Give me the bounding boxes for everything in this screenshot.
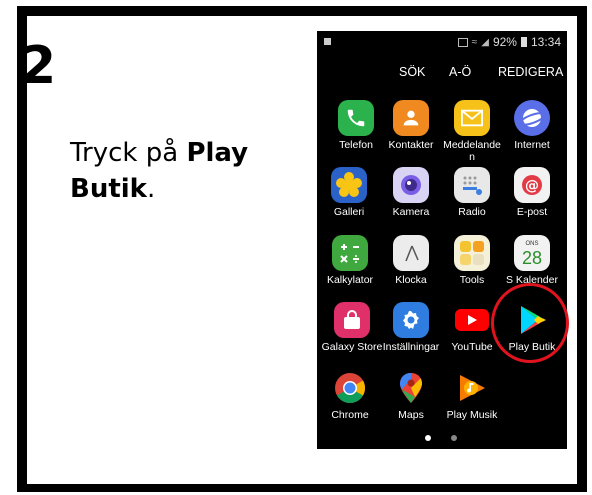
app-clock[interactable]: Klocka <box>376 235 446 286</box>
app-label: Chrome <box>331 409 369 421</box>
highlight-circle <box>491 283 569 363</box>
app-label: Kamera <box>392 206 430 218</box>
chrome-icon <box>332 370 368 406</box>
app-play-music[interactable]: Play Musik <box>437 370 507 421</box>
app-chrome[interactable]: Chrome <box>317 370 385 421</box>
app-contacts[interactable]: Kontakter <box>376 100 446 151</box>
instruction-prefix: Tryck på <box>70 138 187 168</box>
app-label: Galleri <box>333 206 365 218</box>
search-button[interactable]: SÖK <box>399 65 425 79</box>
settings-icon <box>393 302 429 338</box>
youtube-icon <box>454 302 490 338</box>
app-label: Meddelanden <box>443 139 501 163</box>
phone-icon <box>338 100 374 136</box>
signal-icon: ◢ <box>481 36 489 48</box>
gallery-icon <box>331 167 367 203</box>
calendar-date: 28 <box>521 247 543 268</box>
app-gallery[interactable]: Galleri <box>317 167 384 218</box>
app-label: Kalkylator <box>326 274 374 286</box>
instruction-suffix: . <box>146 174 156 204</box>
maps-icon <box>393 370 429 406</box>
phone-screenshot: ≈ ◢ 92% 13:34 SÖK A-Ö REDIGERA Telefon K… <box>317 31 567 449</box>
wifi-icon: ≈ <box>471 36 478 48</box>
instruction-text: Tryck på Play Butik. <box>70 135 280 207</box>
radio-icon <box>454 167 490 203</box>
calendar-icon: ONS 28 <box>514 235 550 271</box>
svg-text:@: @ <box>525 178 539 194</box>
app-label: Maps <box>398 409 424 421</box>
internet-icon <box>514 100 550 136</box>
camera-icon <box>393 167 429 203</box>
sort-az-button[interactable]: A-Ö <box>449 65 471 79</box>
calendar-day: ONS <box>525 240 539 247</box>
battery-level: 92% <box>492 35 517 49</box>
status-bar: ≈ ◢ 92% 13:34 <box>317 31 567 53</box>
app-calculator[interactable]: Kalkylator <box>317 235 385 286</box>
play-music-icon <box>454 370 490 406</box>
page-dot[interactable] <box>451 435 457 441</box>
clock-time: 13:34 <box>530 35 561 49</box>
clock-icon <box>393 235 429 271</box>
battery-icon <box>520 37 527 47</box>
app-drawer-menu: SÖK A-Ö REDIGERA <box>317 65 567 83</box>
contacts-icon <box>393 100 429 136</box>
app-email[interactable]: @ E-post <box>497 167 567 218</box>
notification-icon <box>324 38 331 45</box>
tools-icon <box>454 235 490 271</box>
page-indicator <box>317 435 567 445</box>
app-maps[interactable]: Maps <box>376 370 446 421</box>
app-label: Play Musik <box>446 409 498 421</box>
email-icon: @ <box>514 167 550 203</box>
app-camera[interactable]: Kamera <box>376 167 446 218</box>
app-label: Klocka <box>395 274 427 286</box>
app-label: E-post <box>516 206 548 218</box>
galaxy-store-icon <box>334 302 370 338</box>
page-dot-active[interactable] <box>425 435 431 441</box>
app-calendar[interactable]: ONS 28 S Kalender <box>497 235 567 286</box>
calculator-icon <box>332 235 368 271</box>
edit-button[interactable]: REDIGERA <box>498 65 563 79</box>
app-label: Internet <box>514 139 550 151</box>
app-internet[interactable]: Internet <box>497 100 567 151</box>
messages-icon <box>454 100 490 136</box>
step-number: 2 <box>20 36 57 96</box>
screenshot-icon <box>457 37 468 47</box>
app-label: Kontakter <box>388 139 434 151</box>
